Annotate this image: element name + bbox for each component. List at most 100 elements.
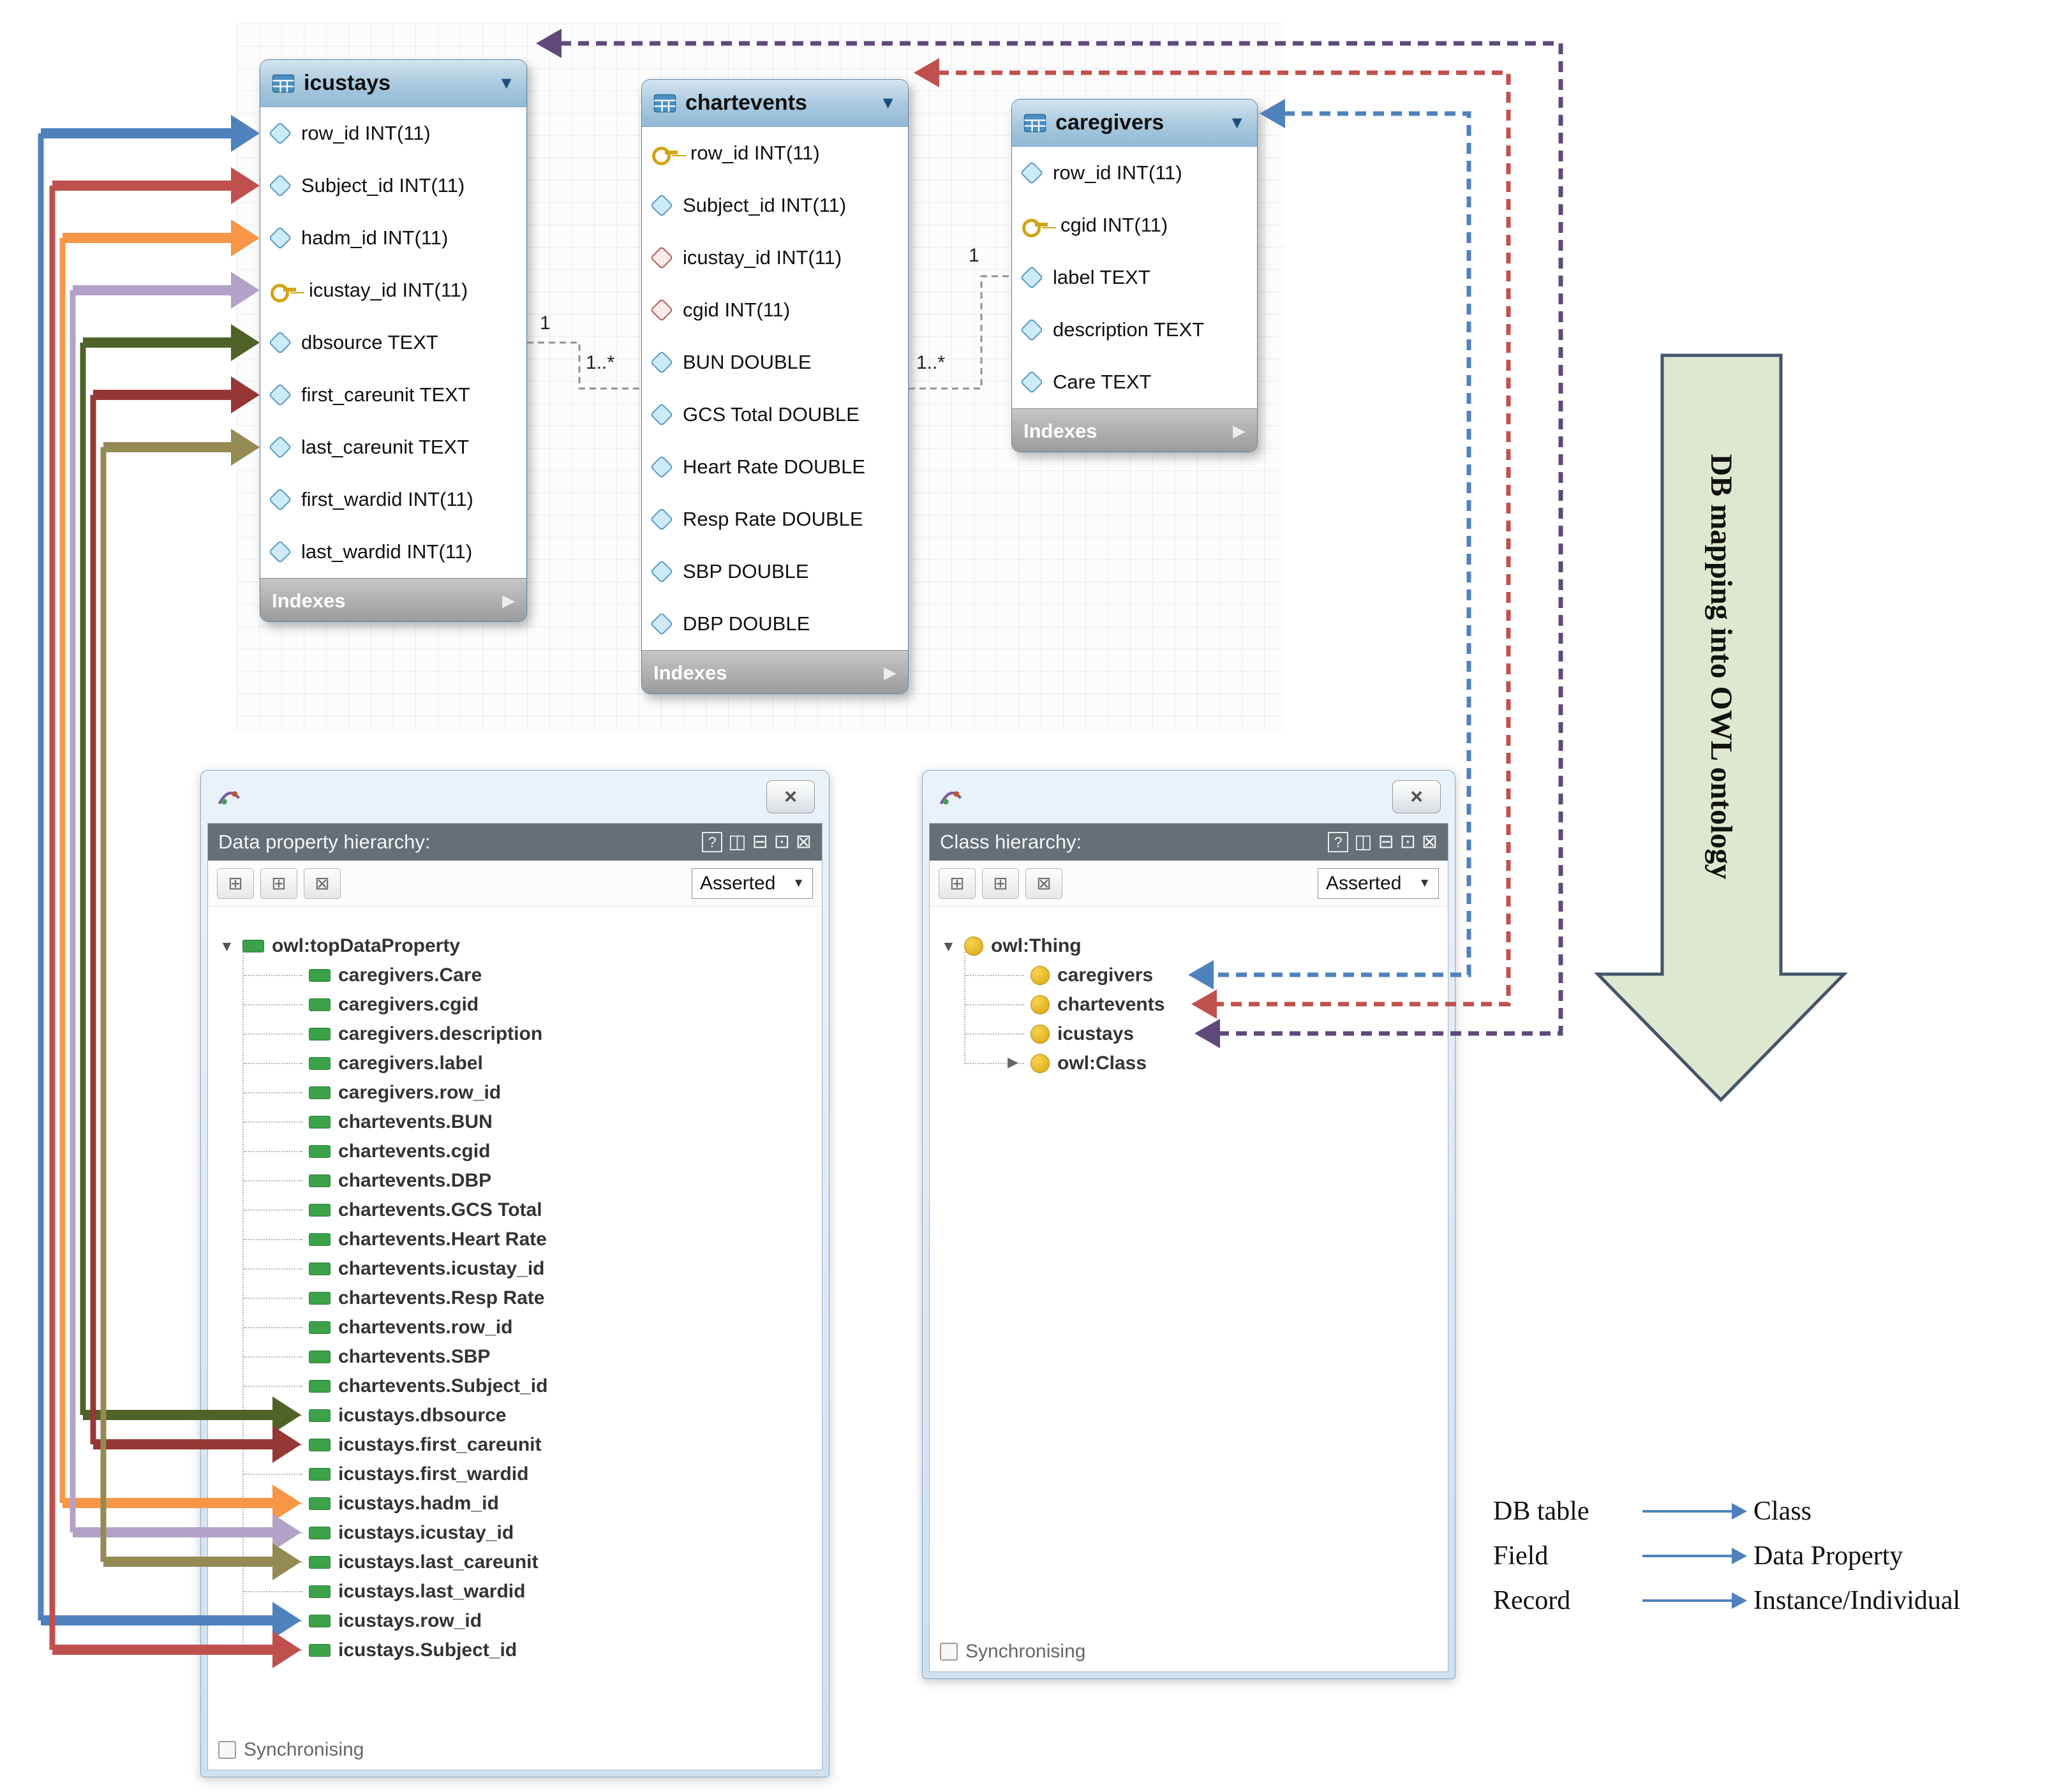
data-property-item[interactable]: icustays.first_wardid <box>219 1460 822 1489</box>
close-button[interactable]: × <box>1392 780 1441 813</box>
expand-collapse-icon[interactable]: ▼ <box>219 938 242 955</box>
table-field-row[interactable]: row_id INT(11) <box>1012 147 1257 199</box>
restore-icon[interactable]: ⊡ <box>774 833 790 852</box>
field-type-icon <box>1022 217 1049 233</box>
table-field-row[interactable]: dbsource TEXT <box>260 316 526 369</box>
tree-root-owl-thing[interactable]: ▼ owl:Thing <box>941 931 1448 961</box>
close-pane-icon[interactable]: ⊠ <box>1422 833 1438 852</box>
delete-class-button[interactable]: ⊠ <box>1025 868 1062 899</box>
table-field-row[interactable]: Subject_id INT(11) <box>260 159 526 212</box>
class-item[interactable]: owl:Class <box>941 1049 1448 1078</box>
table-field-row[interactable]: cgid INT(11) <box>1012 199 1257 251</box>
close-pane-icon[interactable]: ⊠ <box>796 833 812 852</box>
data-property-item[interactable]: chartevents.GCS Total <box>219 1196 822 1225</box>
data-property-item[interactable]: icustays.Subject_id <box>219 1636 822 1665</box>
add-subclass-button[interactable]: ⊞ <box>939 868 976 899</box>
data-property-item[interactable]: chartevents.Resp Rate <box>219 1284 822 1313</box>
indexes-bar[interactable]: Indexes ▶ <box>1012 408 1257 452</box>
delete-property-button[interactable]: ⊠ <box>304 868 341 899</box>
class-item[interactable]: chartevents <box>941 990 1448 1019</box>
data-property-item[interactable]: caregivers.Care <box>219 961 822 990</box>
table-field-row[interactable]: last_careunit TEXT <box>260 421 526 473</box>
er-table-caregivers[interactable]: caregivers ▼ row_id INT(11) cgid INT(11)… <box>1011 99 1258 452</box>
field-label: icustay_id INT(11) <box>683 246 842 269</box>
table-field-row[interactable]: label TEXT <box>1012 251 1257 304</box>
table-field-row[interactable]: description TEXT <box>1012 304 1257 356</box>
table-field-row[interactable]: Care TEXT <box>1012 356 1257 408</box>
chevron-down-icon[interactable]: ▼ <box>498 73 515 93</box>
data-property-item[interactable]: caregivers.label <box>219 1049 822 1078</box>
table-field-row[interactable]: row_id INT(11) <box>642 127 908 179</box>
synchronising-checkbox[interactable] <box>218 1741 236 1759</box>
restore-icon[interactable]: ⊡ <box>1400 833 1416 852</box>
data-property-item[interactable]: caregivers.row_id <box>219 1078 822 1107</box>
table-field-row[interactable]: Resp Rate DOUBLE <box>642 493 908 545</box>
data-property-item[interactable]: icustays.dbsource <box>219 1401 822 1430</box>
data-property-item[interactable]: caregivers.cgid <box>219 990 822 1019</box>
data-property-item[interactable]: chartevents.row_id <box>219 1313 822 1342</box>
er-table-header[interactable]: icustays ▼ <box>260 60 526 107</box>
add-sibling-property-button[interactable]: ⊞ <box>260 868 297 899</box>
class-item[interactable]: caregivers <box>941 961 1448 990</box>
dropdown-value: Asserted <box>1326 873 1401 894</box>
add-sibling-class-button[interactable]: ⊞ <box>982 868 1019 899</box>
data-property-item[interactable]: chartevents.BUN <box>219 1107 822 1137</box>
minimize-icon[interactable]: ⊟ <box>1378 833 1394 852</box>
table-field-row[interactable]: Subject_id INT(11) <box>642 179 908 232</box>
expand-collapse-icon[interactable]: ▼ <box>941 938 964 955</box>
table-field-row[interactable]: BUN DOUBLE <box>642 336 908 389</box>
data-property-item[interactable]: icustays.last_wardid <box>219 1577 822 1606</box>
data-property-item[interactable]: chartevents.SBP <box>219 1342 822 1372</box>
chevron-down-icon[interactable]: ▼ <box>879 93 897 113</box>
table-field-row[interactable]: row_id INT(11) <box>260 107 526 159</box>
table-field-row[interactable]: first_careunit TEXT <box>260 369 526 421</box>
window-titlebar[interactable]: × <box>923 771 1455 823</box>
data-property-icon <box>309 1527 331 1539</box>
split-view-icon[interactable]: ◫ <box>728 833 746 852</box>
table-field-row[interactable]: icustay_id INT(11) <box>642 232 908 284</box>
window-titlebar[interactable]: × <box>201 771 829 823</box>
data-property-item[interactable]: chartevents.cgid <box>219 1137 822 1166</box>
indexes-bar[interactable]: Indexes ▶ <box>260 578 526 622</box>
data-property-item[interactable]: icustays.icustay_id <box>219 1518 822 1548</box>
data-property-item[interactable]: chartevents.icustay_id <box>219 1254 822 1284</box>
add-subproperty-button[interactable]: ⊞ <box>217 868 254 899</box>
minimize-icon[interactable]: ⊟ <box>752 833 768 852</box>
table-field-row[interactable]: last_wardid INT(11) <box>260 526 526 578</box>
split-view-icon[interactable]: ◫ <box>1354 833 1372 852</box>
tree-root-owl-topdataproperty[interactable]: ▼ owl:topDataProperty <box>219 931 822 961</box>
data-property-item[interactable]: caregivers.description <box>219 1019 822 1049</box>
indexes-bar[interactable]: Indexes ▶ <box>642 650 908 694</box>
asserted-dropdown[interactable]: Asserted ▼ <box>692 868 813 899</box>
data-property-item[interactable]: icustays.hadm_id <box>219 1489 822 1518</box>
legend-term: DB table <box>1493 1496 1633 1527</box>
table-field-row[interactable]: Heart Rate DOUBLE <box>642 441 908 493</box>
data-property-label: chartevents.Subject_id <box>338 1375 547 1397</box>
er-table-icustays[interactable]: icustays ▼ row_id INT(11) Subject_id INT… <box>260 59 527 622</box>
data-property-item[interactable]: icustays.first_careunit <box>219 1430 822 1460</box>
close-button[interactable]: × <box>766 780 815 813</box>
help-icon[interactable]: ? <box>1328 832 1348 852</box>
er-table-header[interactable]: chartevents ▼ <box>642 80 908 127</box>
data-property-item[interactable]: chartevents.DBP <box>219 1166 822 1196</box>
data-property-item[interactable]: icustays.last_careunit <box>219 1548 822 1577</box>
table-field-row[interactable]: cgid INT(11) <box>642 284 908 336</box>
panel-toolbar: ⊞ ⊞ ⊠ Asserted ▼ <box>208 861 822 907</box>
table-field-row[interactable]: DBP DOUBLE <box>642 598 908 650</box>
table-field-row[interactable]: first_wardid INT(11) <box>260 473 526 526</box>
panel-toolbar: ⊞ ⊞ ⊠ Asserted ▼ <box>930 861 1448 907</box>
data-property-item[interactable]: chartevents.Subject_id <box>219 1372 822 1401</box>
er-table-chartevents[interactable]: chartevents ▼ row_id INT(11) Subject_id … <box>641 79 909 694</box>
synchronising-checkbox[interactable] <box>940 1643 958 1661</box>
help-icon[interactable]: ? <box>702 832 722 852</box>
class-item[interactable]: icustays <box>941 1019 1448 1049</box>
data-property-item[interactable]: chartevents.Heart Rate <box>219 1225 822 1254</box>
table-field-row[interactable]: GCS Total DOUBLE <box>642 389 908 441</box>
chevron-down-icon[interactable]: ▼ <box>1228 113 1246 133</box>
table-field-row[interactable]: icustay_id INT(11) <box>260 264 526 316</box>
table-field-row[interactable]: SBP DOUBLE <box>642 545 908 598</box>
data-property-item[interactable]: icustays.row_id <box>219 1606 822 1636</box>
er-table-header[interactable]: caregivers ▼ <box>1012 100 1257 147</box>
table-field-row[interactable]: hadm_id INT(11) <box>260 212 526 264</box>
asserted-dropdown[interactable]: Asserted ▼ <box>1318 868 1439 899</box>
